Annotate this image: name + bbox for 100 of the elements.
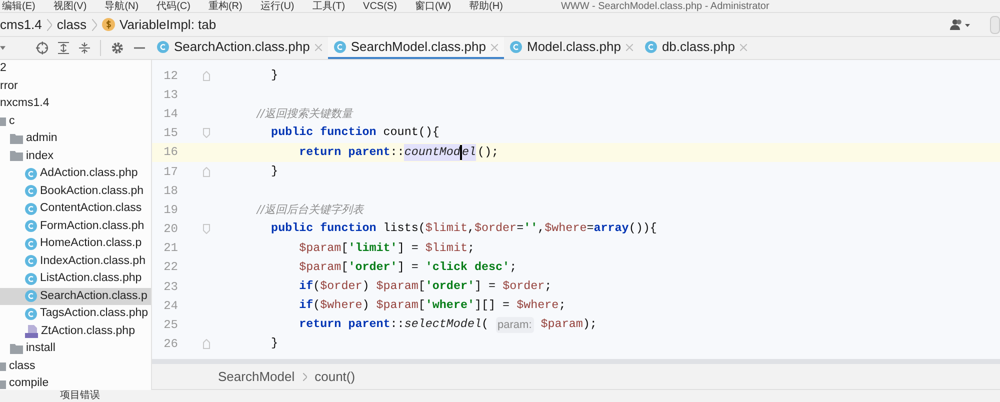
fold-marker-icon[interactable] bbox=[203, 224, 210, 234]
collapse-all-icon[interactable] bbox=[79, 41, 90, 55]
tree-item[interactable]: c bbox=[0, 112, 151, 130]
tree-item[interactable]: IndexAction.class.ph bbox=[0, 252, 151, 270]
fold-marker-icon[interactable] bbox=[203, 166, 210, 177]
tree-item[interactable]: nxcms1.4 bbox=[0, 95, 151, 112]
tree-item[interactable]: ContentAction.class bbox=[0, 200, 151, 218]
chevron-icon bbox=[302, 372, 307, 380]
fold-marker-icon[interactable] bbox=[203, 128, 210, 138]
breadcrumb-item[interactable]: VariableImpl: tab bbox=[120, 14, 216, 34]
editor-tab[interactable]: Model.class.php bbox=[504, 37, 639, 59]
breadcrumb-item[interactable]: cms1.4 bbox=[0, 14, 42, 34]
parameter-hint: param: bbox=[496, 316, 534, 334]
close-icon[interactable] bbox=[626, 44, 633, 50]
class-icon bbox=[25, 255, 37, 268]
editor-tab[interactable]: SearchAction.class.php bbox=[151, 37, 328, 59]
menu-item[interactable]: 导航(N) bbox=[104, 2, 139, 12]
folder-icon bbox=[10, 134, 23, 144]
code-line: return parent::selectModel( param: $param); bbox=[298, 316, 597, 334]
class-icon bbox=[25, 290, 37, 302]
line-number: 22 bbox=[162, 259, 178, 276]
expand-all-icon[interactable] bbox=[58, 41, 70, 55]
toolbar-button[interactable] bbox=[990, 16, 1000, 34]
editor-tab[interactable]: SearchModel.class.php bbox=[328, 37, 504, 59]
line-number: 23 bbox=[162, 278, 178, 296]
tree-item[interactable]: ListAction.class.php bbox=[0, 270, 151, 288]
code-line: $param['order'] = 'click desc'; bbox=[298, 258, 517, 276]
menu-item[interactable]: 帮助(H) bbox=[469, 2, 503, 12]
php-file-icon bbox=[25, 324, 38, 338]
menu-item[interactable]: 运行(U) bbox=[260, 2, 294, 12]
class-icon bbox=[510, 41, 522, 53]
editor-tab[interactable]: db.class.php bbox=[638, 37, 753, 59]
class-icon bbox=[334, 41, 346, 53]
tree-item[interactable]: 2 bbox=[0, 60, 151, 78]
code-line: //返回后台关键字列表 bbox=[255, 202, 364, 218]
menu-item[interactable]: 工具(T) bbox=[312, 2, 346, 12]
chevron-icon bbox=[92, 18, 97, 30]
line-number: 14 bbox=[162, 106, 178, 123]
tree-item[interactable]: index bbox=[0, 148, 151, 165]
line-number: 24 bbox=[162, 298, 178, 315]
code-line: if($order) $param['order'] = $order; bbox=[298, 278, 552, 295]
tree-item[interactable]: compile bbox=[0, 375, 151, 390]
class-icon bbox=[25, 202, 37, 215]
tree-item[interactable]: rror bbox=[0, 78, 151, 95]
menu-item[interactable]: 视图(V) bbox=[53, 2, 87, 12]
tree-item[interactable]: SearchAction.class.p bbox=[0, 288, 151, 305]
tree-item[interactable]: install bbox=[0, 340, 151, 358]
class-icon bbox=[644, 41, 657, 53]
code-line: } bbox=[270, 66, 278, 84]
line-number: 21 bbox=[162, 240, 178, 258]
breadcrumb-item[interactable]: count() bbox=[314, 366, 356, 386]
class-icon bbox=[25, 238, 37, 250]
folder-icon bbox=[0, 361, 6, 372]
settings-icon[interactable] bbox=[111, 41, 124, 55]
fold-marker-icon[interactable] bbox=[203, 70, 210, 81]
crosshair-icon[interactable] bbox=[36, 41, 48, 55]
line-number: 15 bbox=[162, 125, 178, 142]
folder-icon bbox=[0, 116, 6, 126]
tool-window-tab[interactable]: 项目错误 bbox=[60, 391, 100, 401]
code-line: return parent::countMod el(); bbox=[210, 144, 499, 162]
class-icon bbox=[25, 220, 37, 232]
breadcrumb-item[interactable]: class bbox=[56, 14, 87, 34]
close-icon[interactable] bbox=[314, 44, 322, 50]
line-number: 13 bbox=[162, 86, 178, 104]
caret-icon[interactable] bbox=[0, 46, 6, 50]
user-icon[interactable] bbox=[950, 18, 972, 30]
class-icon bbox=[157, 41, 169, 53]
code-line: //返回搜索关键数量 bbox=[255, 106, 352, 122]
breadcrumb-item[interactable]: SearchModel bbox=[218, 366, 295, 386]
menu-item[interactable]: 重构(R) bbox=[208, 2, 242, 12]
menu-item[interactable]: VCS(S) bbox=[363, 2, 397, 12]
tree-item[interactable]: TagsAction.class.php bbox=[0, 305, 151, 322]
code-line: } bbox=[270, 162, 278, 180]
code-line: public function count(){ bbox=[270, 124, 440, 142]
code-line: } bbox=[270, 335, 278, 352]
tree-item[interactable]: ZtAction.class.php bbox=[0, 322, 151, 340]
tree-item[interactable]: BookAction.class.ph bbox=[0, 182, 151, 200]
variable-icon bbox=[102, 18, 115, 31]
code-line: if($where) $param['where'][] = $where; bbox=[298, 297, 566, 314]
close-icon[interactable] bbox=[740, 44, 747, 50]
minimize-icon[interactable] bbox=[134, 47, 145, 49]
tree-item[interactable]: FormAction.class.ph bbox=[0, 218, 151, 235]
fold-marker-icon[interactable] bbox=[203, 339, 210, 350]
menu-item[interactable]: 代码(C) bbox=[156, 2, 190, 12]
line-number: 17 bbox=[162, 164, 178, 181]
folder-icon bbox=[10, 151, 23, 162]
line-number: 20 bbox=[162, 221, 178, 238]
tree-item[interactable]: HomeAction.class.p bbox=[0, 235, 151, 252]
class-icon bbox=[25, 168, 37, 180]
tree-item[interactable]: class bbox=[0, 358, 151, 375]
tree-item[interactable]: AdAction.class.php bbox=[0, 165, 151, 182]
menu-item[interactable]: 窗口(W) bbox=[414, 2, 452, 12]
menu-item[interactable]: 编辑(E) bbox=[2, 2, 36, 12]
line-number: 19 bbox=[162, 202, 178, 219]
code-line: public function lists($limit,$order='',$where=array()){ bbox=[270, 220, 657, 238]
code-line: $param['limit'] = $limit; bbox=[298, 240, 474, 256]
tree-item[interactable]: admin bbox=[0, 130, 151, 148]
class-icon bbox=[25, 272, 37, 285]
folder-icon bbox=[10, 344, 23, 354]
close-icon[interactable] bbox=[491, 44, 498, 50]
